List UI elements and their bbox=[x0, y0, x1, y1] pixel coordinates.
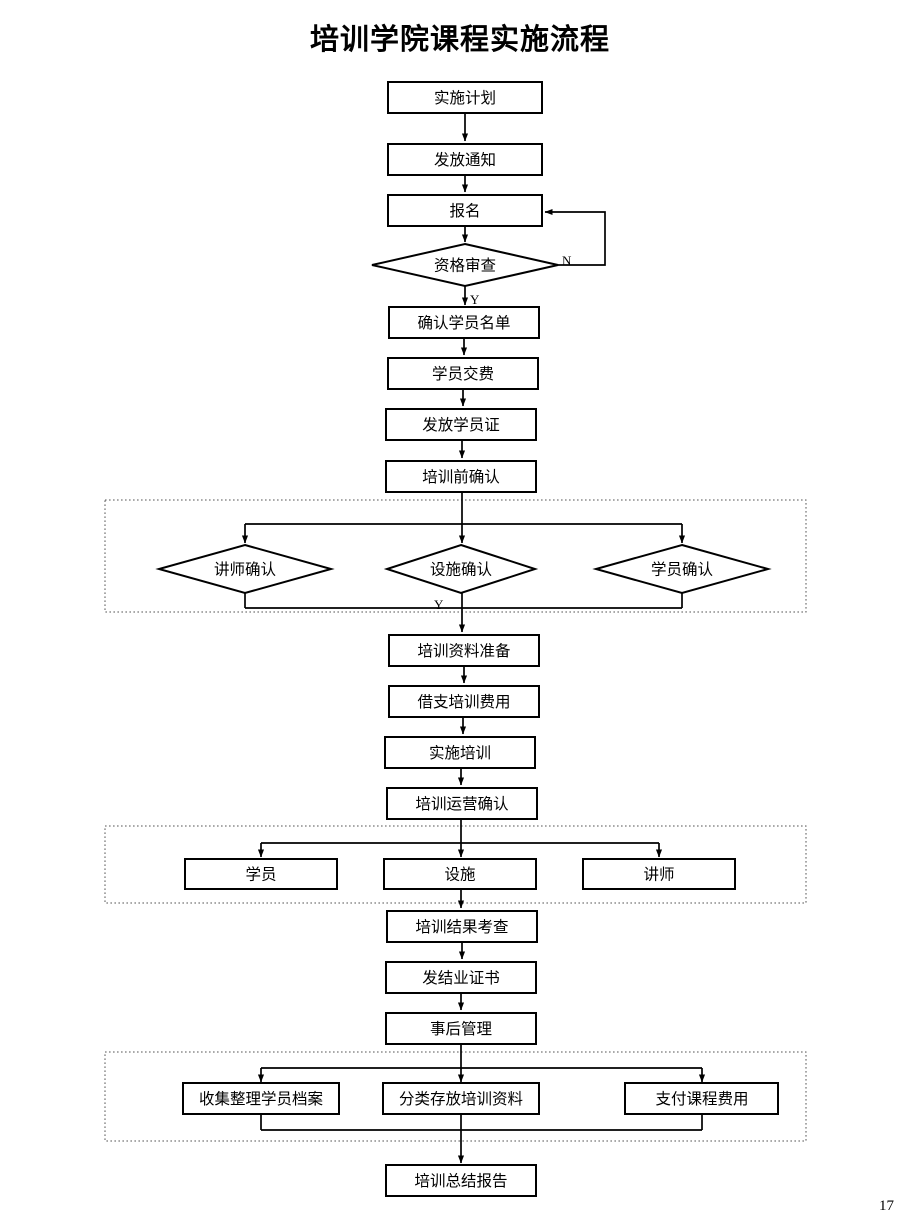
node-label: 讲师确认 bbox=[214, 561, 276, 579]
node-label: 借支培训费用 bbox=[417, 693, 510, 711]
node-resource-facility[interactable]: 设施 bbox=[383, 858, 537, 890]
node-issue-student-card[interactable]: 发放学员证 bbox=[385, 408, 537, 441]
node-label: 讲师 bbox=[643, 866, 674, 884]
node-collect-student-files[interactable]: 收集整理学员档案 bbox=[182, 1082, 340, 1115]
node-implementation-plan[interactable]: 实施计划 bbox=[387, 81, 543, 114]
node-label: 发放通知 bbox=[434, 151, 496, 169]
node-training-result-assessment[interactable]: 培训结果考查 bbox=[386, 910, 538, 943]
node-prepare-materials[interactable]: 培训资料准备 bbox=[388, 634, 540, 667]
edge-n4-n3-loop bbox=[544, 208, 606, 266]
node-label: 设施确认 bbox=[430, 561, 492, 579]
node-facility-confirmation[interactable]: 设施确认 bbox=[383, 543, 539, 595]
node-label: 分类存放培训资料 bbox=[399, 1090, 523, 1108]
node-instructor-confirmation[interactable]: 讲师确认 bbox=[155, 543, 335, 595]
node-archive-training-materials[interactable]: 分类存放培训资料 bbox=[382, 1082, 540, 1115]
node-label: 报名 bbox=[449, 202, 480, 220]
node-registration[interactable]: 报名 bbox=[387, 194, 543, 227]
nodes: 实施计划 发放通知 报名 资格审查 确认学员名单 学员交费 发放学员证 培训前确… bbox=[155, 81, 779, 1197]
node-label: 收集整理学员档案 bbox=[199, 1090, 324, 1108]
node-label: 培训资料准备 bbox=[417, 642, 511, 660]
flowchart-canvas: 实施计划 发放通知 报名 资格审查 确认学员名单 学员交费 发放学员证 培训前确… bbox=[104, 81, 807, 1197]
node-label: 培训前确认 bbox=[422, 468, 500, 486]
edge-label-n: N bbox=[562, 253, 572, 268]
node-label: 确认学员名单 bbox=[417, 314, 510, 332]
flowchart-page: 培训学院课程实施流程 实施计划 发放通知 报名 资格审查 确认学员名单 学员交费… bbox=[0, 0, 920, 1227]
page-number: 17 bbox=[879, 1198, 894, 1214]
node-label: 事后管理 bbox=[430, 1020, 492, 1038]
node-label: 发结业证书 bbox=[422, 969, 500, 987]
edge-label-y-confirmations: Y bbox=[434, 597, 444, 612]
node-label: 培训运营确认 bbox=[415, 795, 508, 813]
edge-label-y-qualification: Y bbox=[470, 292, 480, 307]
node-label: 支付课程费用 bbox=[655, 1090, 748, 1108]
node-label: 资格审查 bbox=[434, 257, 496, 275]
node-label: 学员确认 bbox=[651, 561, 713, 579]
node-label: 设施 bbox=[444, 866, 475, 884]
node-confirm-student-list[interactable]: 确认学员名单 bbox=[388, 306, 540, 339]
node-label: 实施培训 bbox=[429, 744, 491, 762]
node-label: 学员交费 bbox=[432, 365, 494, 383]
node-pay-course-fee[interactable]: 支付课程费用 bbox=[624, 1082, 779, 1115]
node-label: 发放学员证 bbox=[422, 416, 500, 434]
node-advance-training-fee[interactable]: 借支培训费用 bbox=[388, 685, 540, 718]
node-label: 实施计划 bbox=[434, 89, 496, 107]
node-pre-training-confirmation[interactable]: 培训前确认 bbox=[385, 460, 537, 493]
node-label: 培训总结报告 bbox=[414, 1172, 507, 1190]
node-training-summary-report[interactable]: 培训总结报告 bbox=[385, 1164, 537, 1197]
node-training-operation-confirmation[interactable]: 培训运营确认 bbox=[386, 787, 538, 820]
node-qualification-review[interactable]: 资格审查 bbox=[371, 242, 559, 288]
node-conduct-training[interactable]: 实施培训 bbox=[384, 736, 536, 769]
node-issue-notice[interactable]: 发放通知 bbox=[387, 143, 543, 176]
node-resource-instructor[interactable]: 讲师 bbox=[582, 858, 736, 890]
node-student-payment[interactable]: 学员交费 bbox=[387, 357, 539, 390]
node-resource-student[interactable]: 学员 bbox=[184, 858, 338, 890]
node-issue-certificate[interactable]: 发结业证书 bbox=[385, 961, 537, 994]
node-label: 学员 bbox=[245, 866, 276, 884]
node-student-confirmation[interactable]: 学员确认 bbox=[592, 543, 772, 595]
node-post-management[interactable]: 事后管理 bbox=[385, 1012, 537, 1045]
node-label: 培训结果考查 bbox=[415, 918, 508, 936]
